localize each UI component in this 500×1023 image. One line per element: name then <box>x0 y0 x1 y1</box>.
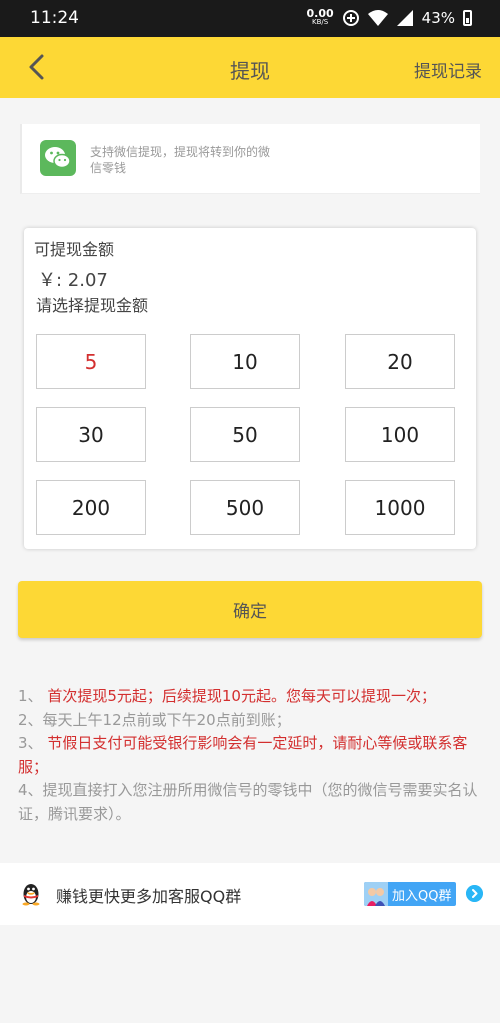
amount-option-500[interactable]: 500 <box>190 480 300 535</box>
confirm-button[interactable]: 确定 <box>18 581 482 638</box>
join-qq-group-label: 加入QQ群 <box>392 888 452 904</box>
qq-group-bar[interactable]: 赚钱更快更多加客服QQ群 加入QQ群 <box>0 863 500 925</box>
rule-1: 1、 首次提现5元起；后续提现10元起。您每天可以提现一次； <box>18 685 484 709</box>
battery-percent: 43% <box>421 9 455 27</box>
status-icons: 0.00 KB/S 43% <box>307 6 472 30</box>
rule-text: 提现直接打入您注册所用微信号的零钱中（您的微信号需要实名认证，腾讯要求）。 <box>18 781 478 823</box>
amount-option-50[interactable]: 50 <box>190 407 300 462</box>
join-qq-group-button[interactable]: 加入QQ群 <box>364 882 456 906</box>
rule-text: 每天上午12点前或下午20点前到账； <box>42 710 291 729</box>
rule-text: 节假日支付可能受银行影响会有一定延时，请耐心等候或联系客服； <box>18 734 468 776</box>
chevron-right-icon[interactable] <box>466 885 483 902</box>
balance-value: ￥: 2.07 <box>38 270 108 291</box>
status-time: 11:24 <box>30 8 79 28</box>
wechat-icon <box>40 140 76 176</box>
data-saver-icon <box>342 10 359 26</box>
wifi-icon <box>367 10 388 26</box>
withdraw-rules: 1、 首次提现5元起；后续提现10元起。您每天可以提现一次； 2、每天上午12点… <box>18 685 484 826</box>
amount-option-200[interactable]: 200 <box>36 480 146 535</box>
amount-option-30[interactable]: 30 <box>36 407 146 462</box>
rule-3: 3、 节假日支付可能受银行影响会有一定延时，请耐心等候或联系客服； <box>18 732 484 779</box>
amount-option-20[interactable]: 20 <box>345 334 455 389</box>
select-amount-label: 请选择提现金额 <box>36 296 149 315</box>
amount-option-100[interactable]: 100 <box>345 407 455 462</box>
rule-4: 4、提现直接打入您注册所用微信号的零钱中（您的微信号需要实名认证，腾讯要求）。 <box>18 779 484 826</box>
wechat-info-card: 支持微信提现，提现将转到你的微信零钱 <box>20 124 480 194</box>
net-speed-value: 0.00 <box>306 7 334 20</box>
rule-2: 2、每天上午12点前或下午20点前到账； <box>18 709 484 733</box>
back-arrow-icon[interactable] <box>22 51 54 83</box>
rule-number: 4、 <box>18 781 43 799</box>
amount-option-10[interactable]: 10 <box>190 334 300 389</box>
withdraw-amount-card: 可提现金额 ￥: 2.07 请选择提现金额 5 10 20 30 50 100 … <box>24 228 476 549</box>
available-amount-label: 可提现金额 <box>34 240 115 259</box>
amount-option-5[interactable]: 5 <box>36 334 146 389</box>
rule-text: 首次提现5元起；后续提现10元起。您每天可以提现一次； <box>42 687 436 705</box>
rule-number: 3、 <box>18 734 43 752</box>
qq-penguin-icon <box>22 884 40 906</box>
wechat-info-text: 支持微信提现，提现将转到你的微信零钱 <box>90 145 271 175</box>
rule-number: 2、 <box>18 710 43 729</box>
signal-icon <box>396 10 413 26</box>
withdraw-records-link[interactable]: 提现记录 <box>414 57 482 82</box>
rule-number: 1、 <box>18 687 43 705</box>
net-speed-indicator: 0.00 KB/S <box>306 7 334 27</box>
battery-icon <box>463 10 472 26</box>
group-avatar-icon <box>364 882 388 906</box>
qq-group-text: 赚钱更快更多加客服QQ群 <box>56 887 242 906</box>
status-bar: 11:24 0.00 KB/S 43% <box>0 0 500 37</box>
app-header: 提现 提现记录 <box>0 37 500 98</box>
net-speed-unit: KB/S <box>311 18 329 26</box>
amount-option-1000[interactable]: 1000 <box>345 480 455 535</box>
